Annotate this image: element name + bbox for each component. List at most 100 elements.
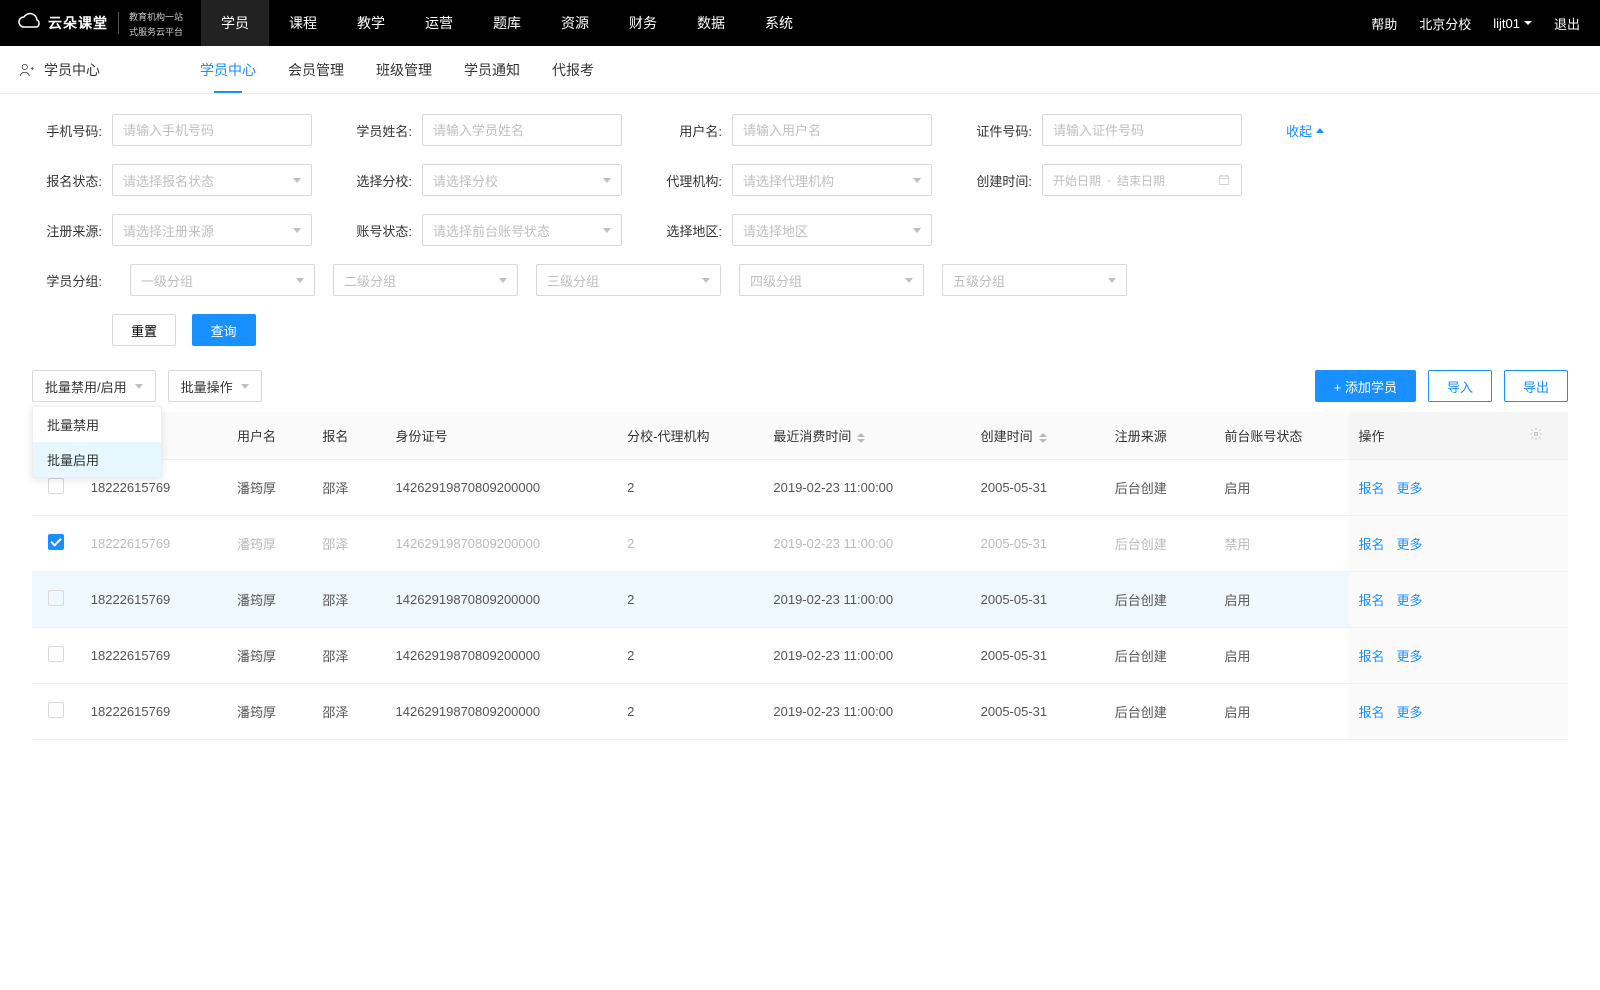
signup-link[interactable]: 报名 (1359, 481, 1385, 496)
sort-icon (857, 433, 865, 443)
more-link[interactable]: 更多 (1397, 649, 1423, 664)
group-level-4-select[interactable]: 四级分组 (739, 264, 924, 296)
top-menu-课程[interactable]: 课程 (269, 0, 337, 46)
reg-source-select[interactable]: 请选择注册来源 (112, 214, 312, 246)
reset-button[interactable]: 重置 (112, 314, 176, 346)
chevron-down-icon (603, 178, 611, 183)
top-menu-资源[interactable]: 资源 (541, 0, 609, 46)
col-reg-source[interactable]: 注册来源 (1105, 412, 1215, 460)
help-link[interactable]: 帮助 (1371, 14, 1397, 33)
top-menu-运营[interactable]: 运营 (405, 0, 473, 46)
acct-status-select[interactable]: 请选择前台账号状态 (422, 214, 622, 246)
cell-create-time: 2005-05-31 (971, 516, 1105, 572)
table-row[interactable]: 18222615769潘筠厚邵泽142629198708092000002201… (32, 516, 1568, 572)
collapse-toggle[interactable]: 收起 (1286, 121, 1324, 140)
enroll-status-select[interactable]: 请选择报名状态 (112, 164, 312, 196)
row-checkbox[interactable] (48, 534, 64, 550)
col-ops: 操作 (1349, 412, 1520, 460)
cell-branch: 2 (617, 516, 763, 572)
col-create-time[interactable]: 创建时间 (971, 412, 1105, 460)
sub-menu-学员通知[interactable]: 学员通知 (464, 46, 520, 93)
more-link[interactable]: 更多 (1397, 537, 1423, 552)
top-menu-系统[interactable]: 系统 (745, 0, 813, 46)
top-menu-题库[interactable]: 题库 (473, 0, 541, 46)
cell-branch: 2 (617, 684, 763, 740)
branch-link[interactable]: 北京分校 (1419, 14, 1471, 33)
signup-link[interactable]: 报名 (1359, 537, 1385, 552)
more-link[interactable]: 更多 (1397, 481, 1423, 496)
logo[interactable]: 云朵课堂 教育机构一站式服务云平台 (0, 0, 201, 46)
group-level-5-select[interactable]: 五级分组 (942, 264, 1127, 296)
top-menu-学员[interactable]: 学员 (201, 0, 269, 46)
cell-report: 邵泽 (312, 572, 385, 628)
phone-input[interactable] (112, 114, 312, 146)
row-checkbox[interactable] (48, 702, 64, 718)
sub-menu-代报考[interactable]: 代报考 (552, 46, 594, 93)
batch-toggle-dropdown[interactable]: 批量禁用/启用 (32, 370, 156, 402)
top-menu-数据[interactable]: 数据 (677, 0, 745, 46)
table-row[interactable]: 18222615769潘筠厚邵泽142629198708092000002201… (32, 684, 1568, 740)
logout-link[interactable]: 退出 (1554, 14, 1580, 33)
username-input[interactable] (732, 114, 932, 146)
col-last-consume[interactable]: 最近消费时间 (763, 412, 970, 460)
agency-label: 代理机构: (652, 171, 722, 190)
col-idno[interactable]: 身份证号 (386, 412, 618, 460)
row-checkbox[interactable] (48, 590, 64, 606)
table-row[interactable]: 18222615769潘筠厚邵泽142629198708092000002201… (32, 628, 1568, 684)
group-row: 学员分组:一级分组二级分组三级分组四级分组五级分组 (32, 264, 1568, 296)
more-link[interactable]: 更多 (1397, 593, 1423, 608)
sub-menu-会员管理[interactable]: 会员管理 (288, 46, 344, 93)
import-button[interactable]: 导入 (1428, 370, 1492, 402)
top-menu: 学员课程教学运营题库资源财务数据系统 (201, 0, 813, 46)
sub-menu-学员中心[interactable]: 学员中心 (200, 46, 256, 93)
branch-select[interactable]: 请选择分校 (422, 164, 622, 196)
chevron-down-icon (135, 384, 143, 389)
top-menu-财务[interactable]: 财务 (609, 0, 677, 46)
cell-phone: 18222615769 (81, 572, 227, 628)
col-branch[interactable]: 分校-代理机构 (617, 412, 763, 460)
chevron-down-icon (499, 278, 507, 283)
sub-menu-班级管理[interactable]: 班级管理 (376, 46, 432, 93)
idcard-label: 证件号码: (962, 121, 1032, 140)
col-username[interactable]: 用户名 (227, 412, 312, 460)
table-row[interactable]: 18222615769潘筠厚邵泽142629198708092000002201… (32, 572, 1568, 628)
agency-select[interactable]: 请选择代理机构 (732, 164, 932, 196)
add-student-button[interactable]: + 添加学员 (1315, 370, 1416, 402)
name-input[interactable] (422, 114, 622, 146)
phone-label: 手机号码: (32, 121, 102, 140)
cell-acct-status: 启用 (1214, 572, 1348, 628)
search-button[interactable]: 查询 (192, 314, 256, 346)
export-button[interactable]: 导出 (1504, 370, 1568, 402)
idcard-input[interactable] (1042, 114, 1242, 146)
group-level-1-select[interactable]: 一级分组 (130, 264, 315, 296)
col-acct-status[interactable]: 前台账号状态 (1214, 412, 1348, 460)
group-level-2-select[interactable]: 二级分组 (333, 264, 518, 296)
signup-link[interactable]: 报名 (1359, 593, 1385, 608)
row-checkbox[interactable] (48, 478, 64, 494)
batch-ops-dropdown[interactable]: 批量操作 (168, 370, 262, 402)
top-menu-教学[interactable]: 教学 (337, 0, 405, 46)
cell-report: 邵泽 (312, 684, 385, 740)
user-menu[interactable]: lijt01 (1493, 16, 1532, 31)
batch-enable-item[interactable]: 批量启用 (33, 442, 161, 477)
signup-link[interactable]: 报名 (1359, 649, 1385, 664)
batch-disable-item[interactable]: 批量禁用 (33, 407, 161, 442)
cell-acct-status: 启用 (1214, 460, 1348, 516)
col-report[interactable]: 报名 (312, 412, 385, 460)
more-link[interactable]: 更多 (1397, 705, 1423, 720)
cell-create-time: 2005-05-31 (971, 684, 1105, 740)
cell-idno: 14262919870809200000 (386, 628, 618, 684)
row-checkbox[interactable] (48, 646, 64, 662)
create-date-range[interactable]: 开始日期-结束日期 (1042, 164, 1242, 196)
calendar-icon (1217, 173, 1231, 187)
logo-sub: 教育机构一站式服务云平台 (129, 8, 183, 38)
cloud-icon (18, 11, 42, 35)
filter-area: 手机号码: 学员姓名: 用户名: 证件号码: 收起 报名状态:请选择报名状态 选… (0, 94, 1600, 346)
batch-toggle-menu: 批量禁用 批量启用 (32, 406, 162, 478)
region-select[interactable]: 请选择地区 (732, 214, 932, 246)
gear-icon[interactable] (1529, 427, 1543, 441)
group-level-3-select[interactable]: 三级分组 (536, 264, 721, 296)
table-row[interactable]: 18222615769潘筠厚邵泽142629198708092000002201… (32, 460, 1568, 516)
toolbar: 批量禁用/启用 批量操作 批量禁用 批量启用 + 添加学员 导入 导出 (0, 370, 1600, 402)
signup-link[interactable]: 报名 (1359, 705, 1385, 720)
